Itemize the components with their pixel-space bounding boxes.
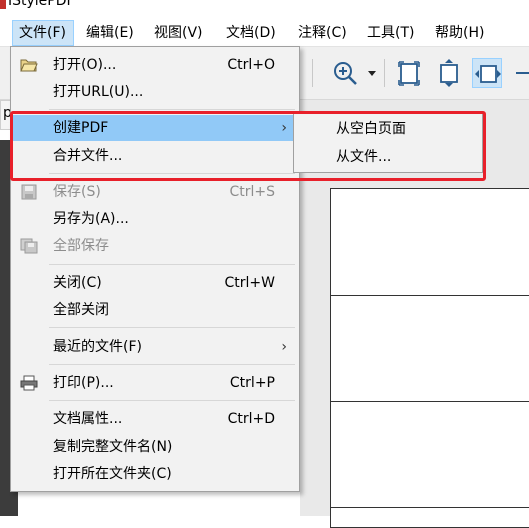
fit-width-icon[interactable] [472, 58, 502, 88]
title-bar: IStylePDF [0, 0, 529, 20]
menu-item-open-containing-folder[interactable]: 打开所在文件夹(C) [11, 461, 299, 487]
menu-item-label: 复制完整文件名(N) [53, 439, 173, 455]
menu-separator [49, 327, 295, 328]
table-line [331, 401, 529, 402]
app-title: IStylePDF [8, 0, 75, 9]
menu-separator [49, 109, 295, 110]
toolbar-separator [312, 59, 313, 87]
menu-separator [49, 264, 295, 265]
menu-item-label: 保存(S) [53, 184, 101, 200]
shortcut-text: Ctrl+D [227, 411, 275, 427]
table-line [331, 295, 529, 296]
shortcut-text: Ctrl+S [229, 184, 275, 200]
zoom-in-icon[interactable] [330, 58, 360, 88]
menu-edit[interactable]: 编辑(E) [80, 20, 140, 46]
menu-item-open[interactable]: 打开(O)... Ctrl+O [11, 52, 299, 78]
menu-file[interactable]: 文件(F) [12, 20, 74, 46]
menu-item-label: 另存为(A)... [53, 211, 129, 227]
fit-height-icon[interactable] [434, 58, 464, 88]
save-icon [20, 184, 38, 200]
menu-bar: 文件(F) 编辑(E) 视图(V) 文档(D) 注释(C) 工具(T) 帮助(H… [0, 20, 529, 47]
menu-document[interactable]: 文档(D) [220, 20, 282, 46]
menu-separator [49, 364, 295, 365]
shortcut-text: Ctrl+W [224, 275, 275, 291]
annotation-highlight-box [10, 111, 486, 181]
menu-item-label: 打开(O)... [53, 57, 117, 73]
menu-item-label: 全部保存 [53, 238, 109, 254]
menu-comment[interactable]: 注释(C) [292, 20, 353, 46]
menu-item-label: 文档属性... [53, 411, 123, 427]
menu-item-save-all[interactable]: 全部保存 [11, 233, 299, 259]
menu-item-close-all[interactable]: 全部关闭 [11, 297, 299, 323]
more-icon[interactable] [510, 58, 529, 88]
shortcut-text: Ctrl+P [229, 375, 275, 391]
menu-item-save-as[interactable]: 另存为(A)... [11, 206, 299, 232]
printer-icon [20, 375, 38, 391]
menu-item-label: 打印(P)... [53, 375, 114, 391]
menu-help[interactable]: 帮助(H) [429, 20, 490, 46]
menu-item-label: 打开URL(U)... [53, 84, 144, 100]
submenu-arrow-icon: › [281, 339, 287, 355]
table-line [331, 507, 529, 508]
menu-item-copy-full-filename[interactable]: 复制完整文件名(N) [11, 434, 299, 460]
menu-item-save[interactable]: 保存(S) Ctrl+S [11, 179, 299, 205]
pdf-page[interactable] [330, 188, 529, 528]
menu-item-label: 最近的文件(F) [53, 339, 142, 355]
toolbar-separator [384, 59, 385, 87]
menu-item-recent-files[interactable]: 最近的文件(F) › [11, 334, 299, 360]
menu-tools[interactable]: 工具(T) [361, 20, 420, 46]
menu-item-close[interactable]: 关闭(C) Ctrl+W [11, 270, 299, 296]
fit-page-icon[interactable] [394, 58, 424, 88]
menu-item-label: 打开所在文件夹(C) [53, 466, 172, 482]
menu-separator [49, 400, 295, 401]
menu-item-print[interactable]: 打印(P)... Ctrl+P [11, 370, 299, 396]
menu-item-label: 关闭(C) [53, 275, 102, 291]
menu-view[interactable]: 视图(V) [148, 20, 209, 46]
app-logo-icon [0, 0, 6, 9]
dropdown-arrow-icon[interactable] [364, 58, 380, 88]
folder-open-icon [20, 57, 38, 73]
shortcut-text: Ctrl+O [227, 57, 275, 73]
menu-item-open-url[interactable]: 打开URL(U)... [11, 79, 299, 105]
save-all-icon [20, 238, 38, 254]
menu-item-document-properties[interactable]: 文档属性... Ctrl+D [11, 406, 299, 432]
menu-item-label: 全部关闭 [53, 302, 109, 318]
